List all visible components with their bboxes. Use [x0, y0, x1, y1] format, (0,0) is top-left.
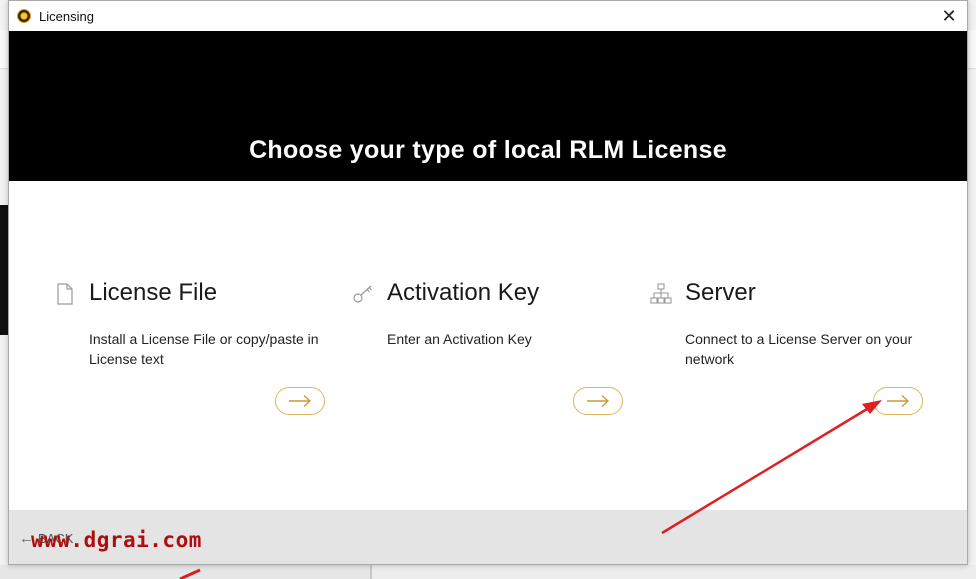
app-logo-icon: [17, 9, 31, 23]
header-banner: Choose your type of local RLM License: [9, 31, 967, 181]
server-next-button[interactable]: [873, 387, 923, 415]
option-title: License File: [89, 279, 218, 306]
dialog-footer: ← BACK www.dgrai.com: [9, 510, 967, 564]
page-title: Choose your type of local RLM License: [249, 136, 727, 164]
document-icon: [57, 283, 73, 305]
background-toolbar-left: [0, 30, 8, 69]
option-description: Enter an Activation Key: [387, 331, 532, 347]
background-bottom-right: [372, 565, 976, 579]
license-file-next-button[interactable]: [275, 387, 325, 415]
option-title: Activation Key: [387, 279, 540, 306]
activation-key-next-button[interactable]: [573, 387, 623, 415]
close-button[interactable]: ✕: [937, 4, 961, 28]
option-title: Server: [685, 279, 756, 306]
arrow-right-icon: [587, 394, 610, 408]
options-area: License File Install a License File or c…: [9, 181, 967, 511]
window-title: Licensing: [39, 8, 94, 24]
licensing-dialog: Licensing ✕ Choose your type of local RL…: [8, 0, 968, 565]
option-description: Connect to a License Server on your netw…: [685, 331, 913, 367]
arrow-right-icon: [289, 394, 312, 408]
option-description: Install a License File or copy/paste in …: [89, 331, 319, 367]
background-toolbar-right: [968, 30, 976, 69]
network-icon: [650, 283, 672, 304]
watermark: www.dgrai.com: [31, 528, 202, 552]
key-icon: [353, 285, 372, 303]
titlebar: Licensing ✕: [9, 1, 967, 31]
background-dark-panel: [0, 205, 8, 335]
background-bottom-panel: [0, 565, 372, 579]
arrow-right-icon: [887, 394, 910, 408]
